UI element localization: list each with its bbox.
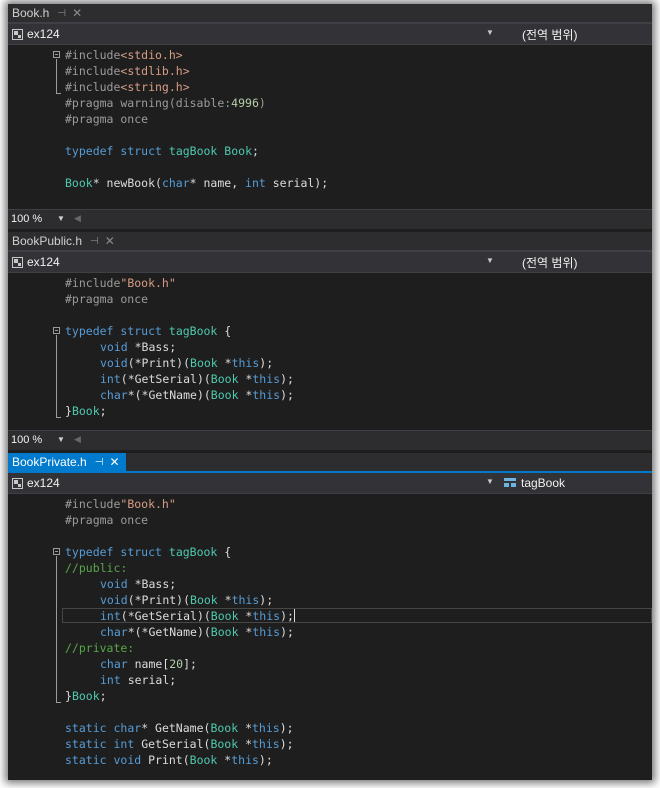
code-line: static int GetSerial(Book *this); [65, 737, 294, 751]
code-line: typedef struct tagBook { [65, 545, 232, 559]
project-name: ex124 [27, 255, 60, 269]
code-line: typedef struct tagBook Book; [65, 144, 259, 158]
code-line: int serial; [100, 673, 177, 687]
scope-dropdown[interactable]: tagBook [500, 474, 652, 492]
code-line: }Book; [65, 404, 107, 418]
chevron-down-icon[interactable]: ▼ [484, 254, 496, 268]
code-line: }Book; [65, 689, 107, 703]
scope-name: (전역 범위) [522, 27, 578, 42]
chevron-down-icon[interactable]: ▼ [484, 26, 496, 40]
project-dropdown[interactable]: ex124 [8, 474, 494, 492]
code-line: #include<stdio.h> [65, 48, 183, 62]
scope-dropdown[interactable]: (전역 범위) [500, 253, 652, 271]
code-editor[interactable]: #include"Book.h" #pragma once typedef st… [8, 273, 652, 432]
pin-icon[interactable]: ⊣ [95, 457, 104, 468]
tab-strip: Book.h ⊣ ✕ [8, 4, 652, 24]
navigation-bar: ex124 ▼ tagBook [8, 473, 652, 494]
code-line: #pragma once [65, 292, 149, 306]
code-line: int(*GetSerial)(Book *this); [100, 372, 294, 386]
tab-title: BookPrivate.h [12, 455, 87, 469]
scope-name: tagBook [521, 476, 566, 490]
code-line: #pragma once [65, 513, 149, 527]
project-dropdown[interactable]: ex124 [8, 25, 494, 43]
text-caret [293, 609, 295, 622]
code-line: void(*Print)(Book *this); [100, 356, 274, 370]
code-line: void *Bass; [100, 577, 177, 591]
code-line: #include<string.h> [65, 80, 190, 94]
editor-pane-bookpublic-h: BookPublic.h ⊣ ✕ ex124 ▼ (전역 범위) #includ… [8, 232, 652, 453]
tab-title: BookPublic.h [12, 234, 83, 248]
chevron-down-icon[interactable]: ▼ [57, 435, 65, 444]
zoom-bar: 100 % ▼ ◀ [8, 430, 652, 450]
tab-bookprivate-h[interactable]: BookPrivate.h ⊣ ✕ [8, 453, 126, 471]
close-icon[interactable]: ✕ [72, 6, 82, 20]
close-icon[interactable]: ✕ [109, 455, 119, 469]
tab-bookpublic-h[interactable]: BookPublic.h ⊣ ✕ [8, 232, 121, 250]
tab-book-h[interactable]: Book.h ⊣ ✕ [8, 4, 88, 22]
editor-window: Book.h ⊣ ✕ ex124 ▼ (전역 범위) #include<stdi… [8, 4, 652, 780]
code-line: #include"Book.h" [65, 497, 176, 511]
chevron-down-icon[interactable]: ▼ [57, 214, 65, 223]
zoom-level[interactable]: 100 % [11, 434, 42, 446]
navigation-bar: ex124 ▼ (전역 범위) [8, 252, 652, 273]
code-line: //public: [65, 561, 128, 575]
pin-icon[interactable]: ⊣ [57, 8, 66, 19]
code-line: static char* GetName(Book *this); [65, 721, 294, 735]
project-icon [12, 477, 23, 489]
close-icon[interactable]: ✕ [105, 234, 115, 248]
code-line: #include"Book.h" [65, 276, 176, 290]
navigation-bar: ex124 ▼ (전역 범위) [8, 24, 652, 45]
code-line: #pragma warning(disable:4996) [65, 96, 266, 110]
code-line: char*(*GetName)(Book *this); [100, 388, 294, 402]
chevron-down-icon[interactable]: ▼ [484, 475, 496, 489]
code-line: void(*Print)(Book *this); [100, 593, 274, 607]
project-icon [12, 28, 23, 40]
scope-dropdown[interactable]: (전역 범위) [500, 25, 652, 43]
tab-strip: BookPrivate.h ⊣ ✕ [8, 453, 652, 473]
code-line: //private: [65, 641, 135, 655]
code-line: static void Print(Book *this); [65, 753, 273, 767]
scroll-left-icon[interactable]: ◀ [74, 434, 81, 445]
code-editor[interactable]: #include<stdio.h> #include<stdlib.h> #in… [8, 45, 652, 211]
tab-strip: BookPublic.h ⊣ ✕ [8, 232, 652, 252]
code-line: int(*GetSerial)(Book *this); [100, 609, 295, 623]
tab-title: Book.h [12, 6, 50, 20]
zoom-bar: 100 % ▼ ◀ [8, 209, 652, 229]
editor-pane-bookprivate-h: BookPrivate.h ⊣ ✕ ex124 ▼ tagBook #inclu… [8, 453, 652, 780]
scope-name: (전역 범위) [522, 255, 578, 270]
project-name: ex124 [27, 476, 60, 490]
code-line: char*(*GetName)(Book *this); [100, 625, 294, 639]
pin-icon[interactable]: ⊣ [90, 236, 99, 247]
scroll-left-icon[interactable]: ◀ [74, 213, 81, 224]
struct-icon [504, 478, 516, 488]
project-dropdown[interactable]: ex124 [8, 253, 494, 271]
code-line: Book* newBook(char* name, int serial); [65, 176, 329, 190]
code-line: char name[20]; [100, 657, 197, 671]
code-editor[interactable]: #include"Book.h" #pragma once typedef st… [8, 494, 652, 780]
zoom-level[interactable]: 100 % [11, 213, 42, 225]
editor-pane-book-h: Book.h ⊣ ✕ ex124 ▼ (전역 범위) #include<stdi… [8, 4, 652, 232]
project-icon [12, 256, 23, 268]
code-line: void *Bass; [100, 340, 177, 354]
code-line: #pragma once [65, 112, 149, 126]
project-name: ex124 [27, 27, 60, 41]
code-line: typedef struct tagBook { [65, 324, 232, 338]
code-line: #include<stdlib.h> [65, 64, 190, 78]
